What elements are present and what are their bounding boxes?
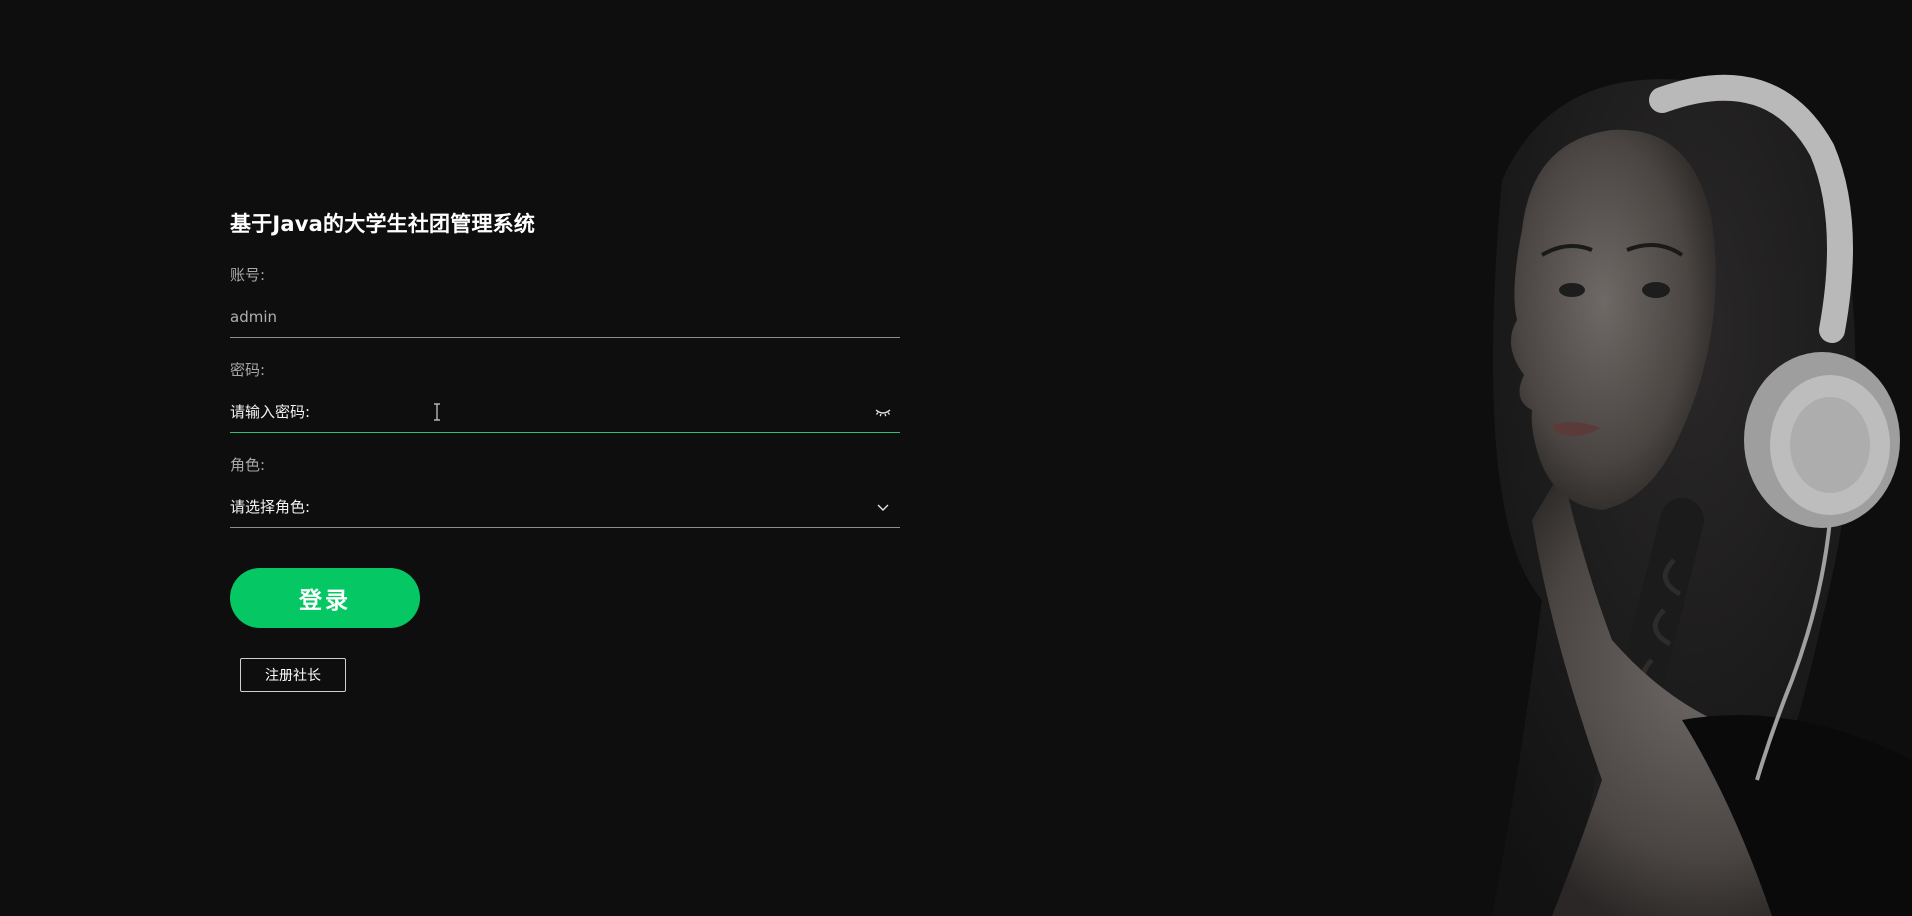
hero-illustration — [1352, 0, 1912, 916]
login-page: 基于Java的大学生社团管理系统 账号: 密码: — [0, 0, 1912, 916]
account-label: 账号: — [230, 266, 266, 284]
password-input-box — [230, 392, 900, 433]
account-input[interactable] — [230, 297, 830, 337]
password-input[interactable] — [230, 392, 830, 432]
account-input-box — [230, 297, 900, 338]
chevron-down-icon[interactable] — [874, 499, 892, 515]
page-title: 基于Java的大学生社团管理系统 — [230, 212, 536, 236]
role-select[interactable]: 请选择角色: — [230, 487, 900, 528]
role-field: 角色: 请选择角色: — [230, 455, 900, 528]
text-cursor-icon — [434, 403, 440, 421]
role-label: 角色: — [230, 456, 266, 474]
login-button[interactable]: 登录 — [230, 568, 420, 628]
eye-closed-icon[interactable] — [874, 404, 892, 420]
role-select-placeholder: 请选择角色: — [230, 498, 311, 516]
account-field: 账号: — [230, 265, 900, 338]
password-field: 密码: — [230, 360, 900, 433]
login-form: 基于Java的大学生社团管理系统 账号: 密码: — [230, 205, 900, 692]
register-president-button[interactable]: 注册社长 — [240, 658, 346, 692]
password-label: 密码: — [230, 361, 266, 379]
